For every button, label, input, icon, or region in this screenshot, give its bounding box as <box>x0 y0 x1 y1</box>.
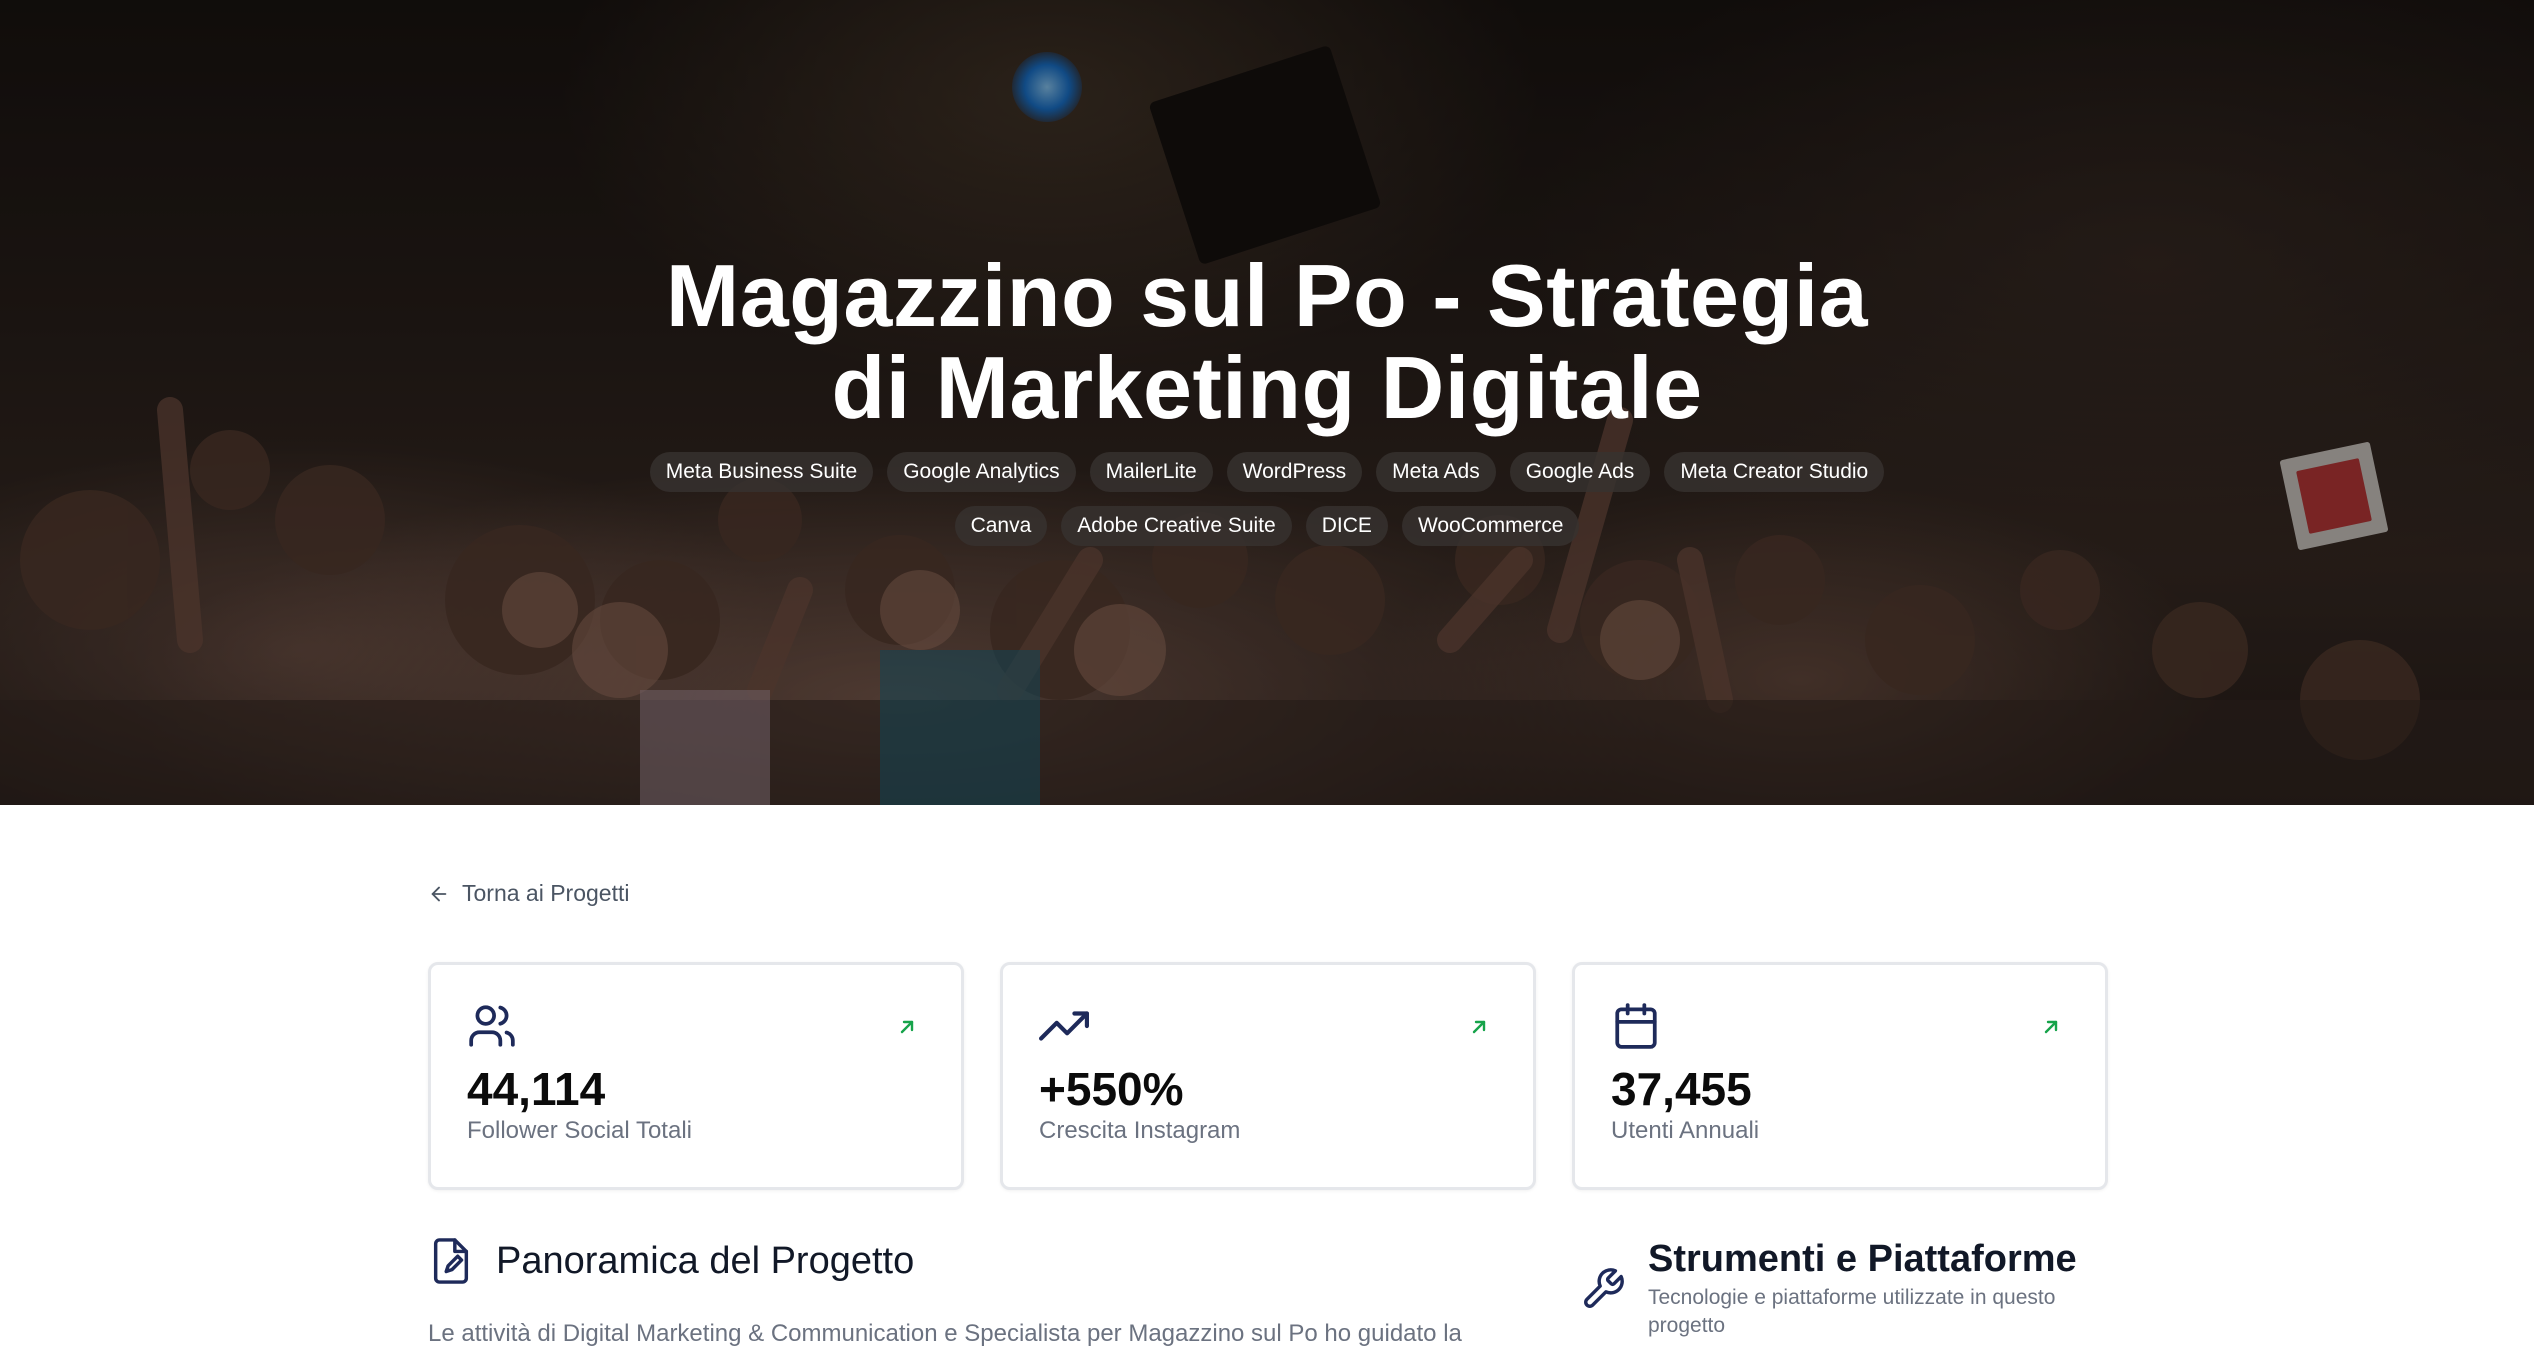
arrow-up-right-icon <box>900 1020 914 1034</box>
stat-value: 37,455 <box>1611 1063 1752 1115</box>
trending-up-icon <box>1039 1001 1089 1051</box>
tag: DICE <box>1305 506 1388 546</box>
stat-label: Follower Social Totali <box>467 1117 692 1144</box>
stat-value: 44,114 <box>467 1063 606 1115</box>
back-to-projects-link[interactable]: Torna ai Progetti <box>428 880 629 907</box>
tools-title: Strumenti e Piattaforme <box>1648 1238 2077 1280</box>
users-icon <box>467 1001 517 1051</box>
tools-heading-block: Strumenti e Piattaforme Tecnologie e pia… <box>1648 1236 2088 1340</box>
overview-header: Panoramica del Progetto <box>428 1236 914 1286</box>
hero-content: Magazzino sul Po - Strategia di Marketin… <box>0 250 2534 546</box>
tag: Google Analytics <box>887 452 1076 492</box>
tag: Canva <box>954 506 1048 546</box>
file-edit-icon <box>433 1238 469 1284</box>
arrow-up-right-icon <box>1472 1020 1486 1034</box>
overview-text: Le attività di Digital Marketing & Commu… <box>428 1320 1462 1347</box>
back-link-label: Torna ai Progetti <box>462 880 630 906</box>
stat-card-followers: 44,114 Follower Social Totali <box>428 962 964 1190</box>
tag: Meta Business Suite <box>649 452 874 492</box>
stat-value: +550% <box>1039 1063 1184 1115</box>
tag: WooCommerce <box>1401 506 1580 546</box>
tag: Meta Creator Studio <box>1664 452 1885 492</box>
tools-header: Strumenti e Piattaforme Tecnologie e pia… <box>1580 1236 2088 1340</box>
tag: WordPress <box>1226 452 1363 492</box>
hero-banner: Magazzino sul Po - Strategia di Marketin… <box>0 0 2534 805</box>
tag: Google Ads <box>1509 452 1651 492</box>
calendar-icon <box>1611 1001 1661 1051</box>
tag: Meta Ads <box>1376 452 1496 492</box>
arrow-left-icon <box>431 886 447 901</box>
stat-card-instagram-growth: +550% Crescita Instagram <box>1000 962 1536 1190</box>
stats-row: 44,114 Follower Social Totali +550% Cres… <box>428 962 2108 1190</box>
overview-title: Panoramica del Progetto <box>496 1239 915 1282</box>
arrow-up-right-icon <box>2044 1020 2058 1034</box>
stat-card-annual-users: 37,455 Utenti Annuali <box>1572 962 2108 1190</box>
page-title: Magazzino sul Po - Strategia di Marketin… <box>665 246 1869 437</box>
tag: Adobe Creative Suite <box>1061 506 1292 546</box>
tag-list: Meta Business Suite Google Analytics Mai… <box>617 452 1917 546</box>
tools-subtitle: Tecnologie e piattaforme utilizzate in q… <box>1648 1286 2056 1337</box>
stat-label: Crescita Instagram <box>1039 1117 1241 1144</box>
tag: MailerLite <box>1089 452 1213 492</box>
wrench-icon <box>1584 1268 1624 1308</box>
stat-label: Utenti Annuali <box>1611 1117 1760 1144</box>
